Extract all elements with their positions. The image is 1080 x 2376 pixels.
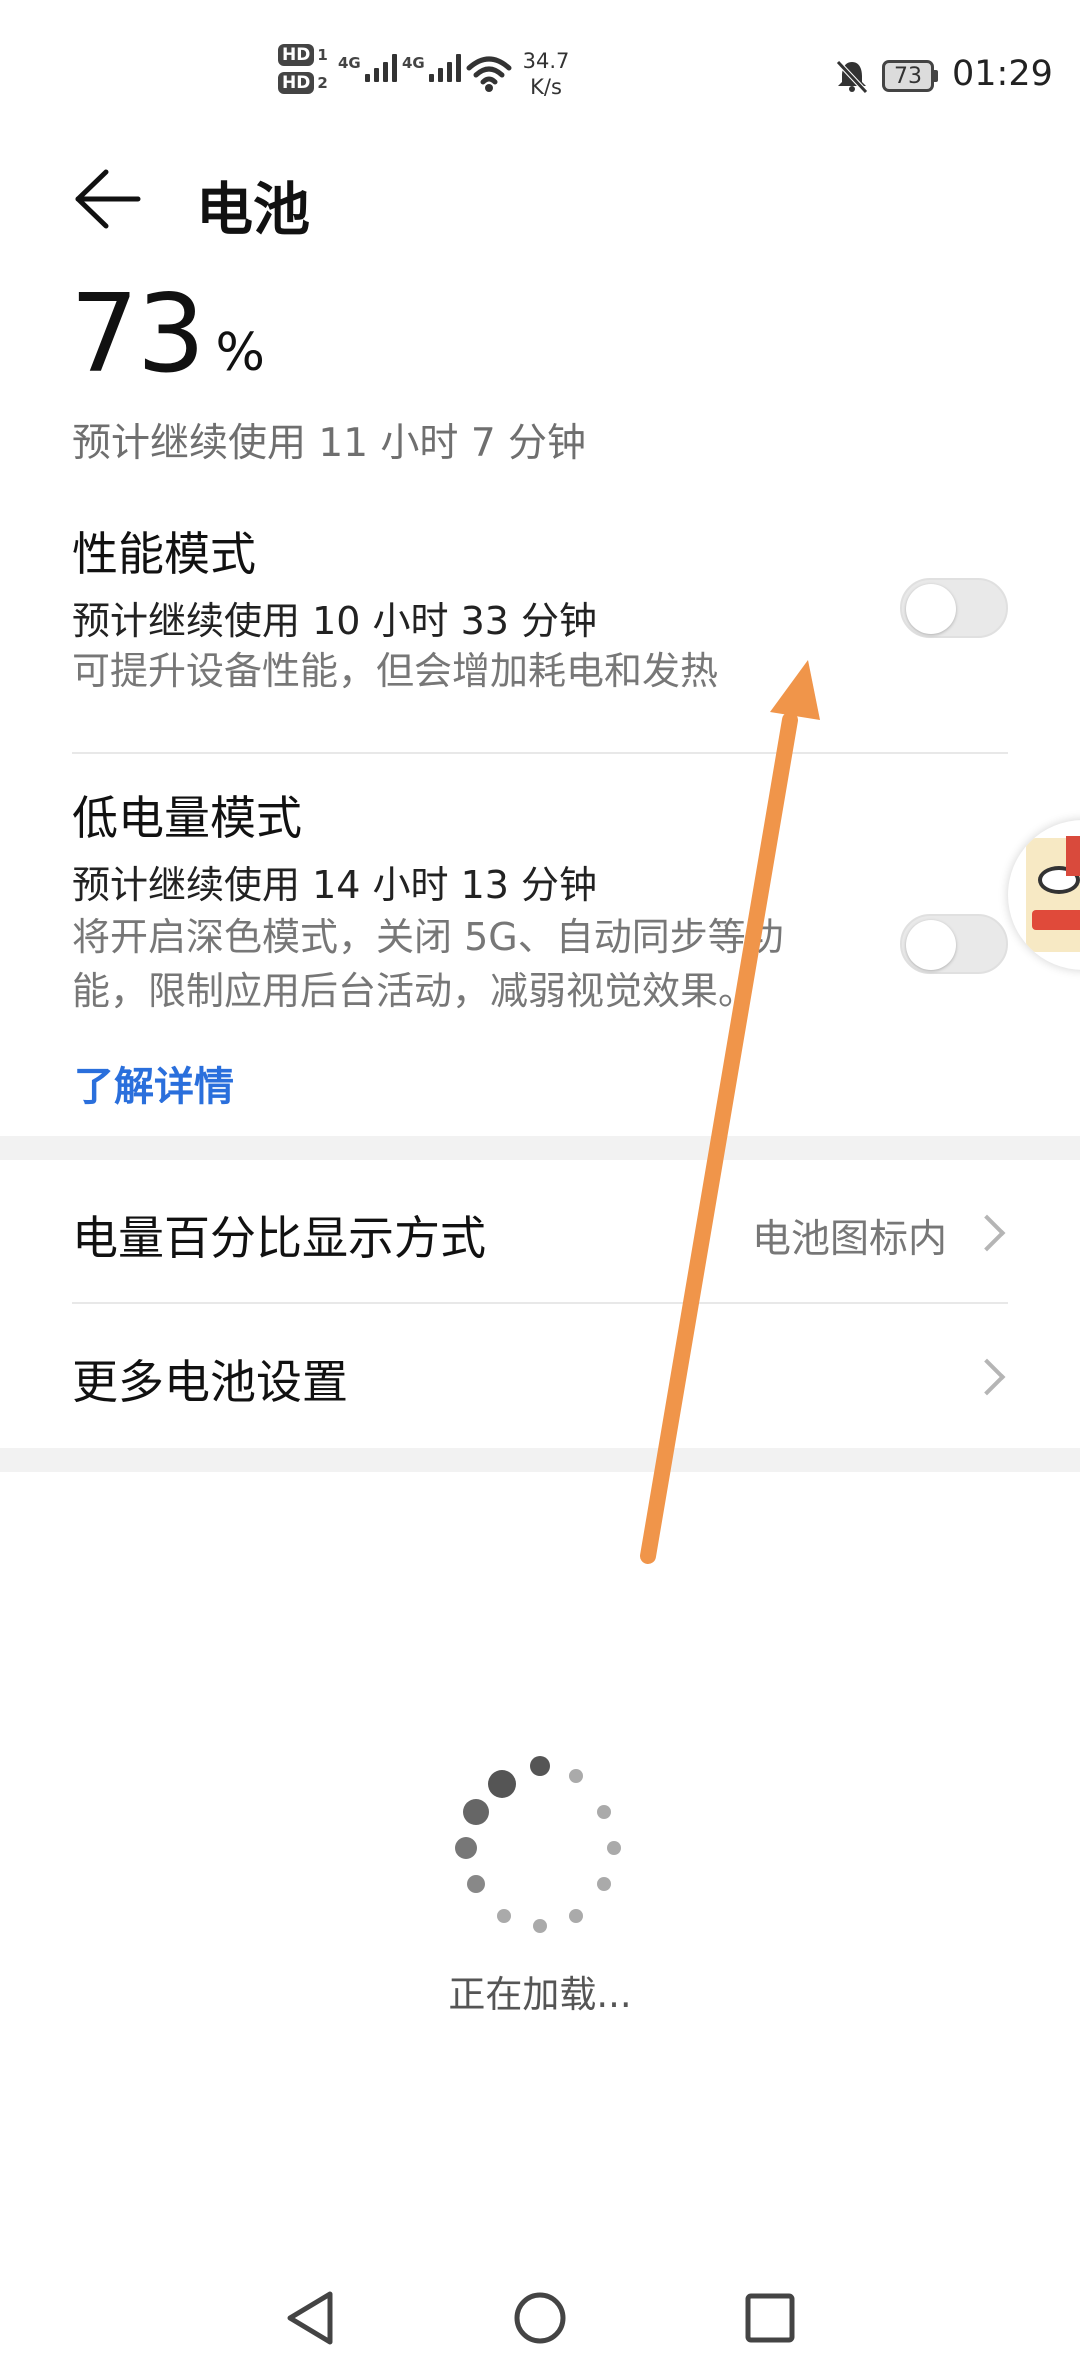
performance-mode-title: 性能模式 [72, 527, 256, 581]
battery-icon: 73 [882, 60, 934, 92]
performance-mode-row[interactable]: 性能模式 预计继续使用 10 小时 33 分钟 可提升设备性能，但会增加耗电和发… [0, 508, 1080, 752]
battery-percent-sign: % [215, 323, 265, 383]
loading-text: 正在加载... [448, 1973, 632, 2016]
low-power-mode-toggle[interactable] [900, 914, 1008, 974]
wifi-icon [466, 56, 512, 92]
signal-1-label: 4G [338, 54, 361, 72]
assistant-avatar-icon [1026, 836, 1080, 952]
signal-1-icon: 4G [338, 54, 397, 82]
loading-spinner-icon [455, 1756, 621, 1933]
mute-bell-icon [836, 60, 868, 94]
signal-2-label: 4G [402, 54, 425, 72]
nav-back-icon[interactable] [282, 2288, 338, 2348]
chevron-right-icon [968, 1214, 1006, 1252]
settings-row-label: 更多电池设置 [72, 1355, 348, 1409]
hd2-sub: 2 [317, 74, 328, 92]
network-speed-unit: K/s [530, 75, 562, 99]
hd2-icon: HD [278, 72, 315, 94]
network-speed-value: 34.7 [522, 49, 570, 73]
page-title: 电池 [196, 177, 310, 243]
hd1-sub: 1 [317, 46, 328, 64]
battery-percentage: 73 % [70, 272, 265, 397]
battery-estimate: 预计继续使用 11 小时 7 分钟 [72, 421, 587, 466]
low-power-mode-title: 低电量模式 [72, 791, 302, 845]
performance-mode-description: 可提升设备性能，但会增加耗电和发热 [72, 649, 719, 693]
low-power-mode-description-line1: 将开启深色模式，关闭 5G、自动同步等功 [72, 915, 784, 959]
settings-row-percentage-display[interactable]: 电量百分比显示方式 电池图标内 [0, 1160, 1080, 1302]
settings-row-value: 电池图标内 [752, 1217, 948, 1262]
low-power-mode-estimate: 预计继续使用 14 小时 13 分钟 [72, 863, 598, 907]
performance-mode-toggle[interactable] [900, 578, 1008, 638]
settings-row-more-battery[interactable]: 更多电池设置 [0, 1304, 1080, 1444]
nav-home-icon[interactable] [512, 2290, 568, 2346]
battery-percent-value: 73 [70, 272, 205, 397]
chevron-right-icon [968, 1358, 1006, 1396]
signal-2-bars [428, 54, 461, 82]
toggle-knob [906, 584, 956, 634]
learn-more-link[interactable]: 了解详情 [74, 1054, 234, 1112]
section-separator [0, 1448, 1080, 1472]
network-speed: 34.7 K/s [516, 48, 576, 100]
divider [72, 752, 1008, 754]
section-separator [0, 1136, 1080, 1160]
sim-hd-indicators: HD 1 HD 2 [278, 44, 328, 94]
battery-status: 73 [882, 60, 938, 92]
clock: 01:29 [952, 54, 1053, 94]
low-power-mode-description-line2: 能，限制应用后台活动，减弱视觉效果。 [72, 969, 757, 1013]
signal-1-bars [364, 54, 397, 82]
hd1-icon: HD [278, 44, 315, 66]
signal-2-icon: 4G [402, 54, 461, 82]
performance-mode-estimate: 预计继续使用 10 小时 33 分钟 [72, 599, 598, 643]
settings-row-label: 电量百分比显示方式 [72, 1211, 486, 1265]
nav-recents-icon[interactable] [744, 2292, 796, 2344]
toggle-knob [906, 920, 956, 970]
back-arrow-icon[interactable] [72, 166, 144, 232]
battery-tip [934, 70, 938, 82]
